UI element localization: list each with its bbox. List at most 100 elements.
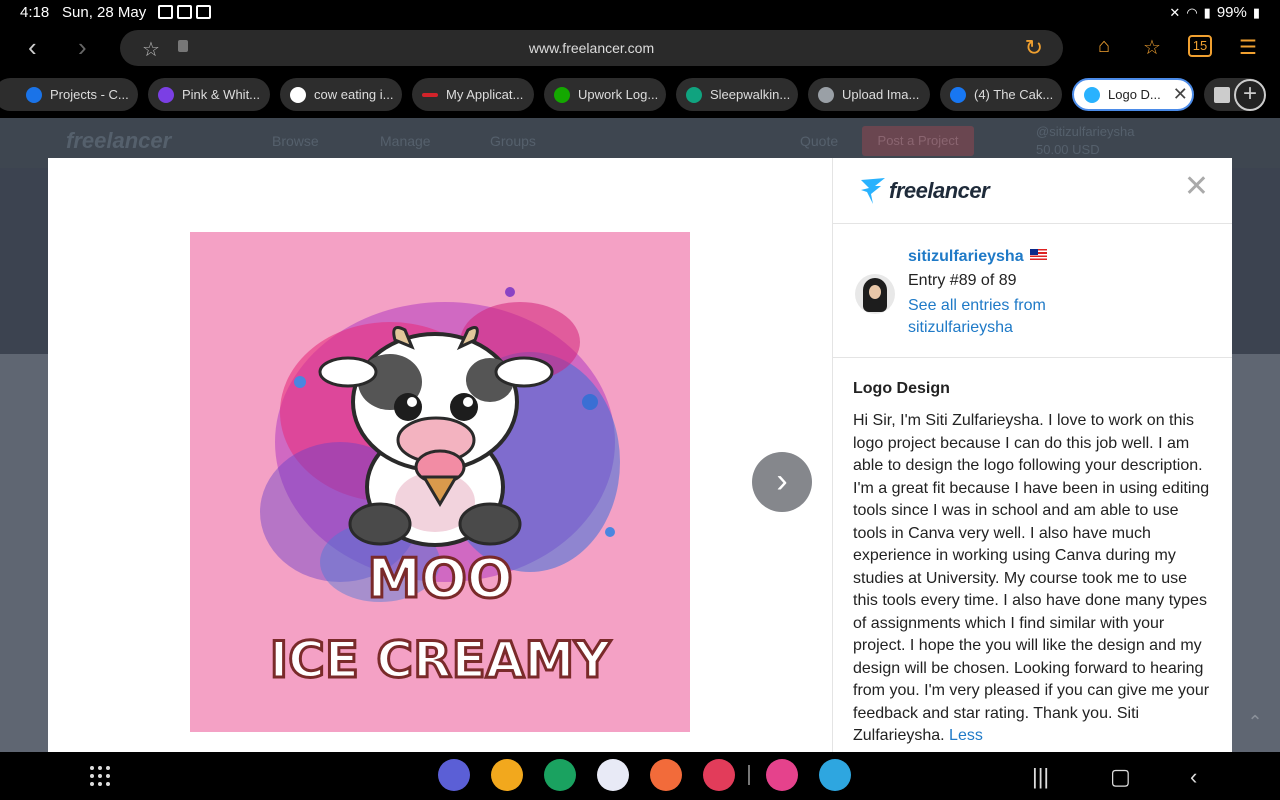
tab-label: (4) The Cak...: [974, 87, 1054, 102]
tab-my-applications[interactable]: My Applicat...: [412, 78, 534, 111]
tab-facebook[interactable]: (4) The Cak...: [940, 78, 1062, 111]
gmail-icon: [177, 5, 192, 19]
entry-artwork[interactable]: MOO ICE CREAMY: [190, 232, 690, 732]
tab-label: Sleepwalkin...: [710, 87, 791, 102]
tab-favicon-icon: [950, 86, 966, 103]
system-icons: ✕ ◠ ▮ 99% ▮: [1169, 4, 1260, 21]
tab-favicon-icon: [290, 86, 306, 103]
tab-label: My Applicat...: [446, 87, 524, 102]
entry-description: Hi Sir, I'm Siti Zulfarieysha. I love to…: [853, 410, 1215, 748]
back-nav-icon[interactable]: ‹: [1190, 764, 1197, 790]
forward-icon[interactable]: ›: [78, 34, 87, 60]
post-project-button[interactable]: Post a Project: [862, 126, 974, 156]
tab-label: Logo D...: [1108, 87, 1161, 102]
new-tab-button[interactable]: +: [1234, 79, 1266, 111]
messages-app-icon[interactable]: [597, 759, 629, 791]
image-viewer: MOO ICE CREAMY ›: [48, 158, 832, 752]
telegram-app-icon[interactable]: [819, 759, 851, 791]
tab-favicon-icon: [26, 86, 42, 103]
toolbar-icons: ⌂ ☆ 15 ☰: [1092, 35, 1260, 60]
app-dock: [438, 759, 872, 791]
tab-pink-white[interactable]: Pink & Whit...: [148, 78, 270, 111]
description-text: Hi Sir, I'm Siti Zulfarieysha. I love to…: [853, 412, 1210, 744]
back-icon[interactable]: ‹: [28, 34, 37, 60]
tab-logo-design[interactable]: Logo D... ✕: [1072, 78, 1194, 111]
browser-toolbar: ‹ › ☆ www.freelancer.com ↻ ⌂ ☆ 15 ☰: [0, 25, 1280, 71]
next-entry-button[interactable]: ›: [752, 452, 812, 512]
tab-upload-image[interactable]: Upload Ima...: [808, 78, 930, 111]
freelancer-bird-icon: [861, 178, 885, 204]
home-nav-icon[interactable]: ▢: [1110, 764, 1131, 790]
flower-app-icon[interactable]: [766, 759, 798, 791]
tab-favicon-icon: [554, 86, 570, 103]
status-bar: 4:18 Sun, 28 May ✕ ◠ ▮ 99% ▮: [0, 0, 1280, 25]
contacts-app-icon[interactable]: [650, 759, 682, 791]
tab-label: Pink & Whit...: [182, 87, 261, 102]
see-all-entries-link[interactable]: See all entries from sitizulfarieysha: [908, 295, 1108, 339]
date: Sun, 28 May: [62, 4, 147, 21]
tab-upwork[interactable]: Upwork Log...: [544, 78, 666, 111]
wifi-icon: ◠: [1186, 4, 1198, 20]
mute-icon: ✕: [1169, 4, 1181, 20]
address-bar[interactable]: ☆ www.freelancer.com ↻: [120, 30, 1063, 66]
app-drawer-icon[interactable]: [90, 766, 110, 786]
tab-favicon-icon: [1214, 86, 1230, 103]
artwork-line1: MOO: [367, 547, 513, 610]
ghost-logo: freelancer: [66, 128, 172, 153]
tab-count[interactable]: 15: [1188, 35, 1212, 57]
tab-sleepwalking[interactable]: Sleepwalkin...: [676, 78, 798, 111]
tab-projects[interactable]: Projects - C...: [0, 78, 138, 111]
tab-label: Upwork Log...: [578, 87, 659, 102]
camera-app-icon[interactable]: [703, 759, 735, 791]
tab-label: Upload Ima...: [842, 87, 920, 102]
tab-favicon-icon: [158, 86, 174, 103]
balance-label: 50.00 USD: [1036, 142, 1100, 157]
system-nav-bar: ||| ▢ ‹: [0, 752, 1280, 800]
notification-icons: [158, 5, 211, 19]
nav-browse[interactable]: Browse: [272, 133, 319, 149]
tab-favicon-icon: [422, 92, 438, 97]
quote-button[interactable]: Quote: [800, 133, 838, 149]
avatar[interactable]: [855, 274, 895, 314]
entry-modal: MOO ICE CREAMY › freelancer ✕ sitizulfar…: [48, 158, 1232, 752]
url-text[interactable]: www.freelancer.com: [120, 40, 1063, 56]
signal-icon: ▮: [1203, 4, 1211, 20]
freelancer-username[interactable]: sitizulfarieysha: [908, 248, 1047, 266]
files-app-icon[interactable]: [491, 759, 523, 791]
chevron-right-icon: ›: [776, 462, 788, 500]
entry-number: Entry #89 of 89: [908, 272, 1017, 289]
close-tab-icon[interactable]: ✕: [1173, 84, 1188, 105]
internet-app-icon[interactable]: [438, 759, 470, 791]
battery-icon: ▮: [1252, 4, 1260, 20]
battery-level: 99%: [1216, 4, 1247, 21]
scroll-to-top-icon[interactable]: ⌃: [1240, 712, 1270, 742]
username-text[interactable]: sitizulfarieysha: [908, 248, 1024, 265]
tab-cow-eating[interactable]: cow eating i...: [280, 78, 402, 111]
app-notification-icon: [196, 5, 211, 19]
malaysia-flag-icon: [1029, 249, 1047, 260]
brand-wordmark: freelancer: [889, 178, 990, 203]
less-link[interactable]: Less: [949, 727, 983, 744]
tab-strip: Projects - C... Pink & Whit... cow eatin…: [0, 72, 1280, 118]
clock: 4:18: [20, 4, 50, 21]
freelancer-logo: freelancer: [859, 176, 990, 206]
dock-divider: [748, 765, 750, 785]
reload-icon[interactable]: ↻: [1025, 35, 1043, 61]
phone-app-icon[interactable]: [544, 759, 576, 791]
home-icon[interactable]: ⌂: [1092, 35, 1116, 60]
tab-label: Projects - C...: [50, 87, 129, 102]
tab-label: cow eating i...: [314, 87, 394, 102]
avatar-face: [869, 285, 881, 299]
recents-icon[interactable]: |||: [1032, 764, 1049, 790]
nav-groups[interactable]: Groups: [490, 133, 536, 149]
tab-favicon-icon: [1084, 86, 1100, 103]
menu-icon[interactable]: ☰: [1236, 35, 1260, 60]
entry-info: sitizulfarieysha Entry #89 of 89 See all…: [833, 224, 1232, 358]
username-label: @sitizulfarieysha: [1036, 124, 1135, 139]
nav-manage[interactable]: Manage: [380, 133, 431, 149]
artwork-line2: ICE CREAMY: [270, 631, 612, 689]
close-icon[interactable]: ✕: [1184, 172, 1209, 202]
bookmarks-icon[interactable]: ☆: [1140, 35, 1164, 60]
entry-details-panel: freelancer ✕ sitizulfarieysha Entry #89 …: [832, 158, 1232, 752]
tab-favicon-icon: [686, 86, 702, 103]
